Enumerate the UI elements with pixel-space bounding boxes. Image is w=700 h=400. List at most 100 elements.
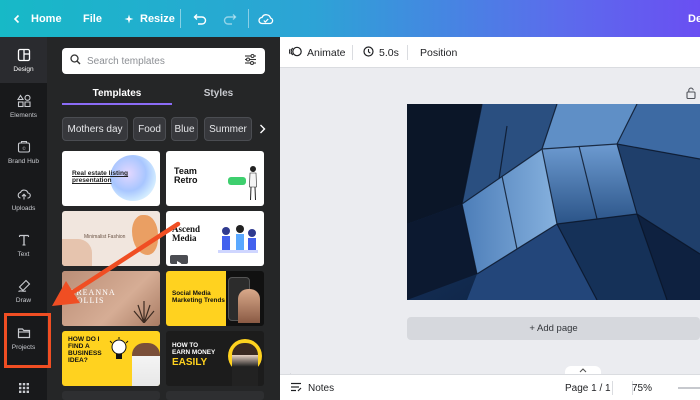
panel-tabs: Templates Styles [62,81,265,105]
redo-icon [223,13,237,25]
tab-templates[interactable]: Templates [62,81,172,105]
rail-item-uploads[interactable]: Uploads [0,176,47,222]
page-indicator[interactable]: Page 1 / 1 [565,375,611,400]
chip-food[interactable]: Food [133,117,166,141]
undo-button[interactable] [193,0,207,37]
architecture-photo [407,104,700,300]
file-menu-button[interactable]: File [83,0,102,37]
template-breanna-hollis[interactable]: BREANNA HOLLIS [62,271,160,326]
tab-label: Templates [92,87,142,99]
file-label: File [83,12,102,25]
template-earn-money[interactable]: HOW TO EARN MONEY EASILY [166,331,264,386]
zoom-slider-track[interactable] [678,375,700,400]
rail-item-elements[interactable]: Elements [0,83,47,129]
template-title-line: EASILY [172,357,208,368]
animate-label: Animate [307,46,346,59]
template-minimalist-fashion[interactable]: Minimalist Fashion [62,211,160,266]
draw-icon [17,279,30,292]
lightbulb-icon [108,337,130,363]
person-photo [232,343,258,386]
rail-item-label: Text [17,250,30,258]
duration-button[interactable]: 5.0s [363,37,399,68]
zoom-level[interactable]: 75% [632,375,652,400]
template-title: BREANNA HOLLIS [70,288,116,306]
templates-panel: Templates Styles Mothers day Food Blue S… [47,37,280,400]
animate-icon [288,46,302,60]
template-search[interactable] [62,48,265,74]
design-title[interactable]: De [688,0,700,37]
template-partial[interactable] [62,391,160,400]
person-illustration [248,165,258,201]
add-page-label: + Add page [529,323,578,334]
chip-blue[interactable]: Blue [171,117,198,141]
rail-item-label: Design [13,65,34,73]
divider [612,375,613,400]
top-bar: Home File Resize De [0,0,700,37]
chevron-up-icon [579,368,587,373]
position-button[interactable]: Position [420,37,457,68]
svg-text:©: © [22,145,26,151]
notes-label: Notes [308,382,335,394]
decorative-shape [62,239,92,266]
template-partial[interactable] [166,391,264,400]
brand-icon: © [17,140,30,153]
person-photo [238,289,260,323]
template-ascend-media[interactable]: Ascend Media [166,211,264,266]
apps-grid-icon [18,383,29,393]
rail-item-label: Elements [9,111,38,119]
template-find-business-idea[interactable]: HOW DO I FIND A BUSINESS IDEA? [62,331,160,386]
divider [407,45,408,60]
bottom-bar: Notes Page 1 / 1 75% [280,374,700,400]
template-title: Minimalist Fashion [84,234,126,240]
template-title: Team Retro [174,166,198,186]
plant-illustration [132,301,156,324]
layout-icon [17,48,30,61]
rail-item-design[interactable]: Design [0,37,47,83]
cloud-upload-icon [17,189,31,199]
animate-button[interactable]: Animate [288,37,346,68]
filter-sliders-icon[interactable] [244,52,257,70]
tab-label: Styles [203,87,234,99]
template-title: Real estate listing presentation [72,170,129,184]
rail-item-apps[interactable] [0,365,47,400]
chip-label: Mothers day [67,123,123,135]
undo-icon [193,13,207,25]
save-status-button[interactable] [258,0,274,37]
chevron-right-icon[interactable] [255,117,269,141]
redo-button[interactable] [223,0,237,37]
rail-item-draw[interactable]: Draw [0,268,47,314]
design-page-image[interactable] [407,104,700,300]
notes-button[interactable]: Notes [290,375,334,400]
rail-item-label: Draw [15,296,32,304]
home-label: Home [31,12,62,25]
cloud-check-icon [258,13,274,25]
chat-bubble [228,177,246,185]
search-input[interactable] [87,55,244,67]
back-icon[interactable] [12,0,22,37]
template-team-retro[interactable]: Team Retro [166,151,264,206]
sparkle-icon [124,14,134,24]
template-real-estate[interactable]: Real estate listing presentation [62,151,160,206]
rail-item-text[interactable]: Text [0,222,47,268]
horizontal-scrollbar[interactable] [286,366,700,379]
template-social-media-marketing[interactable]: Social Media Marketing Trends [166,271,264,326]
highlight-box [4,313,51,368]
resize-button[interactable]: Resize [124,0,175,37]
chip-mothers-day[interactable]: Mothers day [62,117,128,141]
home-button[interactable]: Home [31,0,62,37]
add-page-button[interactable]: + Add page [407,317,700,340]
search-icon [70,52,81,70]
tab-styles[interactable]: Styles [172,81,265,105]
duration-label: 5.0s [379,46,399,59]
notes-icon [290,382,302,395]
position-label: Position [420,46,458,59]
lock-icon[interactable] [686,86,696,104]
rail-item-label: Brand Hub [7,157,40,165]
canva-editor: Home File Resize De Design Elements © Br… [0,0,700,400]
chip-label: Blue [174,123,195,135]
play-icon [170,255,188,266]
rail-item-brand-hub[interactable]: © Brand Hub [0,129,47,175]
clock-icon [363,45,374,60]
template-title: Ascend Media [172,224,201,244]
chip-summer[interactable]: Summer [204,117,252,141]
